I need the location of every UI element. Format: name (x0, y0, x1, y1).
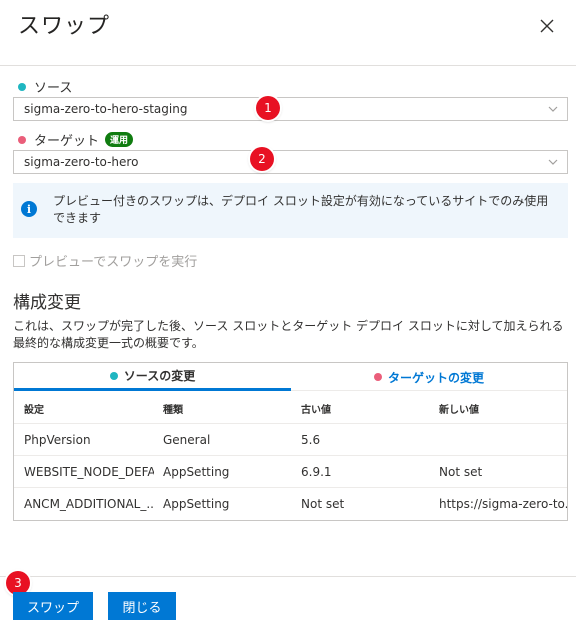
table-cell: 6.9.1 (301, 465, 332, 479)
target-slot-select[interactable]: sigma-zero-to-hero (13, 150, 568, 174)
column-header: 古い値 (301, 404, 331, 416)
production-badge: 運用 (105, 132, 134, 147)
header-divider (0, 65, 576, 66)
column-header: 設定 (24, 404, 44, 416)
source-dot-icon (109, 371, 118, 380)
swap-button[interactable]: スワップ (13, 592, 93, 620)
source-slot-value: sigma-zero-to-hero-staging (24, 102, 188, 116)
table-cell: https://sigma-zero-to... (439, 497, 567, 511)
config-changes-title: 構成変更 (13, 293, 81, 313)
table-cell: 5.6 (301, 433, 321, 447)
close-button[interactable]: 閉じる (108, 592, 176, 620)
target-label-text: ターゲット (34, 134, 100, 149)
table-row: WEBSITE_NODE_DEFA... AppSetting 6.9.1 No… (14, 456, 567, 488)
dialog-title: スワップ (18, 14, 111, 39)
table-row: ANCM_ADDITIONAL_... AppSetting Not set h… (14, 488, 567, 520)
tab-target-label: ターゲットの変更 (387, 370, 484, 385)
table-cell: PhpVersion (24, 433, 91, 447)
close-icon[interactable] (534, 13, 560, 39)
dialog-header: スワップ (0, 0, 576, 58)
footer-divider (0, 576, 576, 577)
preview-swap-label: プレビューでスワップを実行 (29, 255, 198, 270)
config-changes-description: これは、スワップが完了した後、ソース スロットとターゲット デプロイ スロットに… (13, 319, 564, 350)
tab-target-changes[interactable]: ターゲットの変更 (291, 363, 567, 391)
source-label-text: ソース (34, 81, 73, 96)
info-message: i プレビュー付きのスワップは、デプロイ スロット設定が有効になっているサイトで… (13, 183, 568, 238)
tab-source-label: ソースの変更 (123, 369, 196, 383)
table-header-row: 設定 種類 古い値 新しい値 (14, 392, 567, 424)
target-slot-value: sigma-zero-to-hero (24, 155, 139, 169)
preview-swap-checkbox-row[interactable]: プレビューでスワップを実行 (13, 251, 197, 270)
info-icon: i (21, 201, 37, 217)
table-cell: WEBSITE_NODE_DEFA... (24, 465, 154, 479)
step-badge-2: 2 (250, 147, 274, 171)
tab-source-changes[interactable]: ソースの変更 (14, 363, 291, 391)
table-cell: AppSetting (163, 497, 230, 511)
target-dot-icon (373, 373, 382, 381)
table-row: PhpVersion General 5.6 (14, 424, 567, 456)
source-label: ソース (18, 77, 72, 96)
target-dot-icon (18, 135, 26, 144)
column-header: 種類 (163, 404, 183, 416)
step-badge-1: 1 (256, 96, 280, 120)
column-header: 新しい値 (439, 404, 479, 416)
config-tabs: ソースの変更 ターゲットの変更 (14, 363, 567, 391)
table-cell: Not set (301, 497, 345, 511)
source-slot-select[interactable]: sigma-zero-to-hero-staging (13, 97, 568, 121)
table-cell: General (163, 433, 211, 447)
info-text: プレビュー付きのスワップは、デプロイ スロット設定が有効になっているサイトでのみ… (53, 194, 549, 225)
table-cell: ANCM_ADDITIONAL_... (24, 497, 154, 511)
chevron-down-icon (548, 159, 558, 165)
table-cell (439, 424, 567, 456)
table-cell: Not set (439, 465, 483, 479)
chevron-down-icon (548, 106, 558, 112)
table-cell: AppSetting (163, 465, 230, 479)
source-dot-icon (18, 82, 26, 91)
config-changes-table: ソースの変更 ターゲットの変更 設定 種類 古い値 新しい値 PhpVersio… (13, 362, 568, 521)
preview-swap-checkbox[interactable] (13, 254, 25, 267)
target-label: ターゲット 運用 (18, 130, 134, 149)
